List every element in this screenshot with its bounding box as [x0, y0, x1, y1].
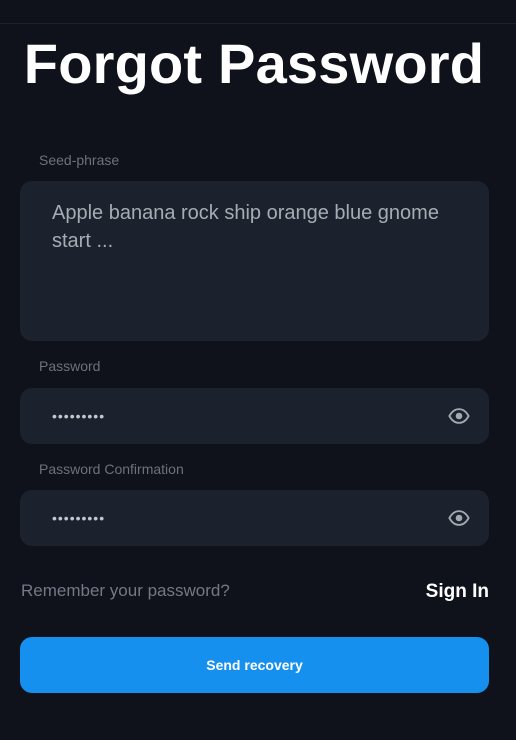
seed-phrase-label: Seed-phrase — [39, 152, 120, 168]
remember-password-text: Remember your password? — [21, 581, 230, 600]
password-confirmation-label: Password Confirmation — [39, 461, 184, 477]
password-value: ••••••••• — [52, 408, 106, 424]
send-recovery-button[interactable]: Send recovery — [20, 637, 489, 693]
password-confirmation-field[interactable]: ••••••••• — [20, 490, 489, 546]
password-label: Password — [39, 358, 101, 374]
eye-icon[interactable] — [448, 405, 470, 427]
seed-phrase-value: Apple banana rock ship orange blue gnome… — [52, 202, 439, 252]
top-bar — [0, 0, 516, 24]
password-confirmation-value: ••••••••• — [52, 510, 106, 526]
eye-icon[interactable] — [448, 507, 470, 529]
seed-phrase-textarea[interactable]: Apple banana rock ship orange blue gnome… — [20, 181, 489, 341]
page-title: Forgot Password — [23, 32, 485, 95]
sign-in-link[interactable]: Sign In — [426, 580, 489, 604]
password-field[interactable]: ••••••••• — [20, 388, 489, 444]
